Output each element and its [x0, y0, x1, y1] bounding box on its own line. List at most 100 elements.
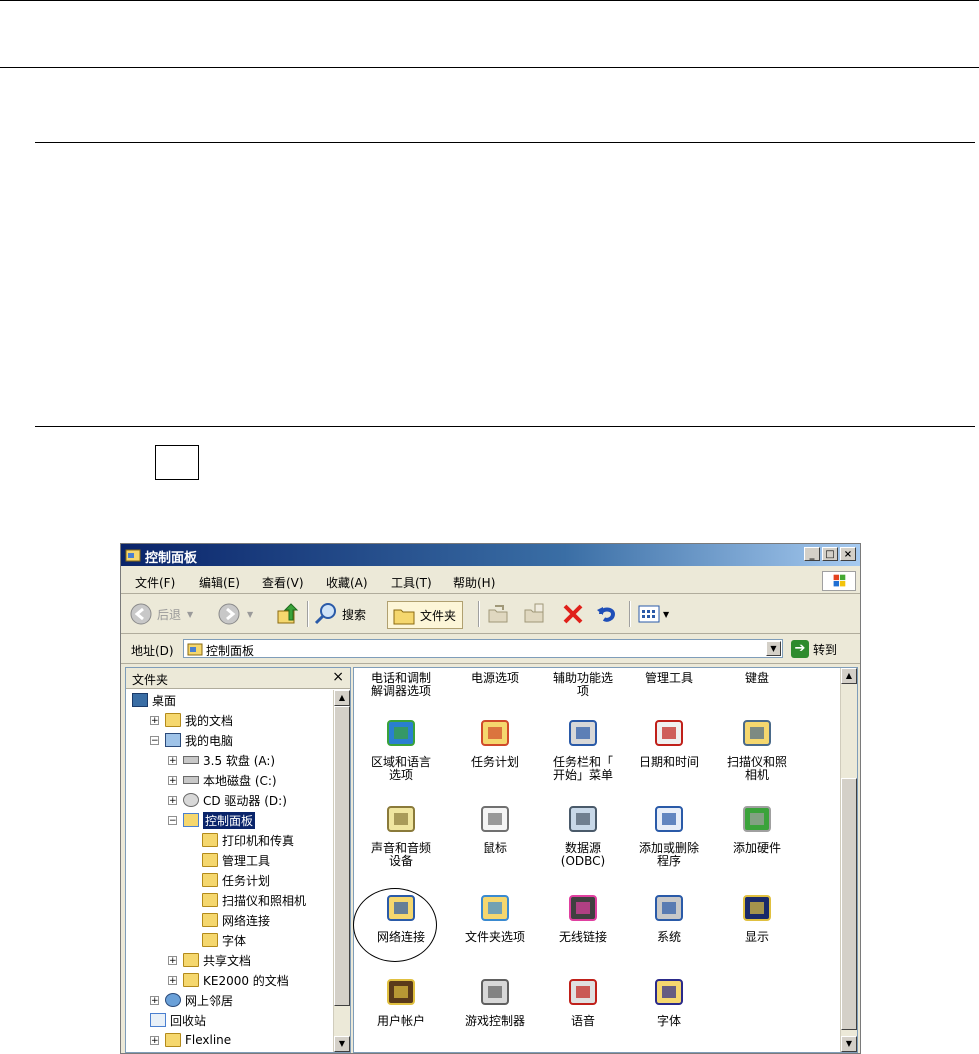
control-panel-item[interactable]: 系统: [624, 893, 714, 944]
scroll-down-arrow[interactable]: ▼: [334, 1036, 350, 1052]
control-panel-item[interactable]: 扫描仪和照 相机: [712, 718, 802, 782]
scroll-thumb[interactable]: [334, 706, 350, 1006]
tree-item[interactable]: − 我的电脑: [150, 730, 233, 750]
control-panel-item[interactable]: 语音: [538, 977, 628, 1028]
folders-scrollbar[interactable]: ▲ ▼: [333, 690, 350, 1052]
up-folder-button[interactable]: [275, 601, 299, 627]
tree-item[interactable]: 字体: [202, 930, 246, 950]
control-panel-item[interactable]: 区域和语言 选项: [356, 718, 446, 782]
folder-options-icon: [478, 893, 512, 925]
tree-item[interactable]: + KE2000 的文档: [168, 970, 289, 990]
items-scrollbar[interactable]: ▲ ▼: [840, 668, 857, 1052]
scroll-thumb[interactable]: [841, 778, 857, 1030]
title-bar[interactable]: 控制面板 _ □ ×: [121, 544, 860, 566]
control-panel-item[interactable]: 鼠标: [450, 804, 540, 855]
tree-item[interactable]: 桌面: [132, 690, 176, 710]
expand-icon[interactable]: +: [168, 955, 177, 965]
tree-item[interactable]: 扫描仪和照相机: [202, 890, 306, 910]
folders-pane-close-button[interactable]: ×: [332, 669, 344, 685]
tree-item[interactable]: − 控制面板: [168, 810, 256, 830]
control-panel-item[interactable]: 无线链接: [538, 893, 628, 944]
control-panel-item[interactable]: 声音和音频 设备: [356, 804, 446, 868]
expand-icon[interactable]: +: [168, 975, 177, 985]
folders-pane-header: 文件夹 ×: [126, 668, 350, 689]
tree-item-label: 桌面: [152, 693, 177, 708]
tree-item[interactable]: + 我的文档: [150, 710, 233, 730]
back-button[interactable]: 后退 ▼: [129, 601, 193, 627]
tree-item[interactable]: + 网上邻居: [150, 990, 233, 1010]
control-panel-item[interactable]: 任务计划: [450, 718, 540, 769]
tree-item[interactable]: 回收站: [150, 1010, 206, 1030]
tree-item-label: 网上邻居: [185, 993, 234, 1008]
move-to-button[interactable]: [487, 601, 511, 627]
control-panel-item[interactable]: 键盘: [712, 672, 802, 685]
scroll-down-arrow[interactable]: ▼: [841, 1036, 857, 1052]
menu-file[interactable]: 文件(F): [135, 574, 175, 591]
control-panel-item[interactable]: 添加或删除 程序: [624, 804, 714, 868]
close-button[interactable]: ×: [840, 547, 856, 561]
cd-drive-icon: [183, 793, 199, 807]
control-panel-item[interactable]: 日期和时间: [624, 718, 714, 769]
scroll-up-arrow[interactable]: ▲: [334, 690, 350, 706]
control-panel-item[interactable]: 用户帐户: [356, 977, 446, 1028]
computer-icon: [165, 733, 181, 747]
expand-icon[interactable]: +: [168, 775, 177, 785]
control-panel-item[interactable]: 显示: [712, 893, 802, 944]
menu-favorites[interactable]: 收藏(A): [326, 574, 368, 591]
tree-item[interactable]: + 共享文档: [168, 950, 251, 970]
tree-item[interactable]: 打印机和传真: [202, 830, 294, 850]
tree-item[interactable]: 网络连接: [202, 910, 270, 930]
search-button[interactable]: 搜索: [313, 601, 366, 627]
item-label: 文件夹选项: [464, 930, 525, 944]
forward-button[interactable]: ▼: [217, 601, 253, 627]
menu-bar: 文件(F) 编辑(E) 查看(V) 收藏(A) 工具(T) 帮助(H): [121, 569, 860, 594]
control-panel-item[interactable]: 电源选项: [450, 672, 540, 685]
control-panel-item[interactable]: 添加硬件: [712, 804, 802, 855]
forward-arrow-icon: [218, 603, 240, 625]
minimize-button[interactable]: _: [804, 547, 820, 561]
expand-icon[interactable]: +: [150, 715, 159, 725]
collapse-icon[interactable]: −: [168, 815, 177, 825]
control-panel-item[interactable]: 文件夹选项: [450, 893, 540, 944]
collapse-icon[interactable]: −: [150, 735, 159, 745]
tree-item[interactable]: + CD 驱动器 (D:): [168, 790, 287, 810]
tree-item[interactable]: + 本地磁盘 (C:): [168, 770, 277, 790]
control-panel-item[interactable]: 电话和调制 解调器选项: [356, 672, 446, 698]
item-label: 任务计划: [470, 755, 519, 769]
control-panel-item[interactable]: 管理工具: [624, 672, 714, 685]
tree-item[interactable]: 任务计划: [202, 870, 270, 890]
undo-button[interactable]: [595, 601, 619, 627]
menu-help[interactable]: 帮助(H): [453, 574, 495, 591]
control-panel-item[interactable]: 字体: [624, 977, 714, 1028]
header-rule: [0, 67, 979, 68]
delete-button[interactable]: [561, 601, 585, 627]
menu-edit[interactable]: 编辑(E): [199, 574, 240, 591]
scroll-up-arrow[interactable]: ▲: [841, 668, 857, 684]
views-button[interactable]: ▼: [637, 601, 669, 627]
go-label: 转到: [813, 642, 838, 657]
control-panel-item[interactable]: 游戏控制器: [450, 977, 540, 1028]
tree-item[interactable]: +3.5 软盘 (A:): [168, 750, 275, 770]
expand-icon[interactable]: +: [150, 995, 159, 1005]
folders-button[interactable]: 文件夹: [387, 601, 464, 629]
search-label: 搜索: [342, 607, 367, 622]
expand-icon[interactable]: +: [150, 1035, 159, 1045]
menu-tools[interactable]: 工具(T): [391, 574, 432, 591]
menu-view[interactable]: 查看(V): [262, 574, 304, 591]
address-input[interactable]: 控制面板 ▼: [183, 639, 783, 658]
folder-icon: [165, 1033, 181, 1047]
expand-icon[interactable]: +: [168, 795, 177, 805]
copy-to-button[interactable]: [523, 601, 547, 627]
tree-item[interactable]: 管理工具: [202, 850, 270, 870]
control-panel-item[interactable]: 任务栏和「 开始」菜单: [538, 718, 628, 782]
tree-item-label: Flexline: [185, 1033, 232, 1047]
section-rule-1: [35, 142, 975, 143]
control-panel-item[interactable]: 数据源 (ODBC): [538, 804, 628, 868]
tree-item[interactable]: + Flexline: [150, 1030, 231, 1050]
go-button[interactable]: ➔ 转到: [791, 639, 837, 659]
address-dropdown-button[interactable]: ▼: [766, 641, 781, 656]
control-panel-item[interactable]: 辅助功能选 项: [538, 672, 628, 698]
add-remove-programs-icon: [652, 804, 686, 836]
maximize-button[interactable]: □: [822, 547, 838, 561]
expand-icon[interactable]: +: [168, 755, 177, 765]
